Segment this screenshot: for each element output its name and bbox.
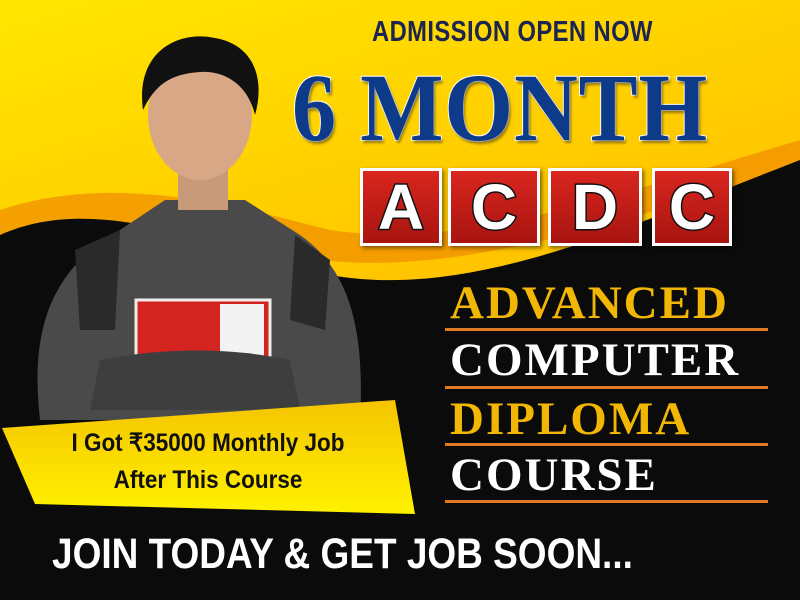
acronym-letter: A	[376, 170, 425, 245]
duration-heading: 6 MONTH	[291, 53, 709, 162]
acronym-letter: D	[570, 170, 619, 245]
testimonial-line-2: After This Course	[113, 466, 303, 494]
divider	[445, 500, 768, 503]
acronym-letter: C	[667, 170, 716, 245]
divider	[445, 443, 768, 446]
course-line-diploma: DIPLOMA	[450, 393, 692, 445]
divider	[445, 328, 768, 331]
acronym-box-c: C	[448, 168, 540, 246]
call-to-action: JOIN TODAY & GET JOB SOON...	[52, 530, 633, 578]
testimonial-badge: I Got ₹35000 Monthly Job After This Cour…	[0, 398, 420, 514]
acronym-box-a: A	[360, 168, 442, 246]
course-line-computer: COMPUTER	[450, 334, 741, 386]
testimonial-line-1: I Got ₹35000 Monthly Job	[71, 429, 345, 457]
admission-open-heading: ADMISSION OPEN NOW	[372, 16, 653, 48]
acronym-box-c2: C	[652, 168, 732, 246]
course-line-advanced: ADVANCED	[450, 277, 729, 329]
acronym-box-d: D	[548, 168, 642, 246]
divider	[445, 386, 768, 389]
acronym-letter: C	[469, 170, 518, 245]
course-line-course: COURSE	[450, 449, 658, 501]
